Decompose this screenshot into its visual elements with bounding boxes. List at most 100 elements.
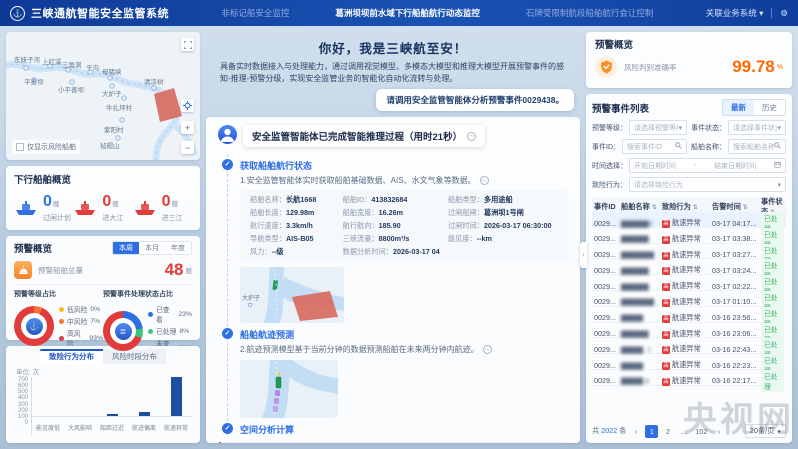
checkbox-box[interactable]: [16, 143, 24, 151]
collapse-icon[interactable]: –: [483, 345, 492, 354]
map-place-label: 大炉子: [102, 88, 122, 98]
event-behavior: 高航速异常: [662, 376, 712, 386]
event-row[interactable]: 0029... ▇▇▇▇▇ 高航速异常 03-17 03:24... 已处理: [592, 259, 786, 275]
page-button[interactable]: 1: [645, 425, 658, 438]
app-title: 三峡通航智能安全监管系统: [31, 5, 169, 21]
y-tick: 300: [18, 402, 28, 408]
event-ship-name: ▇▇▇▇▇▇: [621, 297, 662, 306]
nav-item-gezhouba-monitor[interactable]: 葛洲坝坝前水域下行船舶航行动态监控: [335, 7, 480, 19]
risk-ships-only-checkbox[interactable]: 仅显示风险船舶: [12, 140, 80, 154]
risk-level-badge: 高: [662, 252, 670, 260]
ship-info-cell: 船舶名称：长航1668: [250, 195, 335, 205]
event-row[interactable]: 0029... ▇▇▇▇▇ 高航速异常 03-17 02:22... 已处理: [592, 275, 786, 291]
risk-level-badge: 高: [662, 362, 670, 370]
zoom-out-icon[interactable]: −: [181, 141, 194, 154]
fullscreen-icon[interactable]: [181, 38, 194, 51]
ship-info-cell: 过闸船闸：葛洲坝1号闸: [448, 208, 558, 218]
risk-level-badge: 高: [662, 346, 670, 354]
event-row[interactable]: 0029... ▇▇▇▇▇ 高航速异常 03-17 03:38... 已处理: [592, 228, 786, 244]
map-place-label: 上红溪: [42, 56, 62, 66]
map-place-label: 三角洞: [62, 59, 82, 69]
tab-risk-period[interactable]: 风险时段分布: [103, 349, 166, 364]
x-tick-label: 大风影响: [68, 426, 92, 432]
event-behavior: 高航速异常: [662, 218, 712, 228]
prev-page-button[interactable]: ‹: [629, 425, 642, 438]
app-root: ⚓ 三峡通航智能安全监管系统 非标记船安全监控 葛洲坝坝前水域下行船舶航行动态监…: [0, 0, 798, 449]
tab-this-week[interactable]: 本周: [113, 242, 139, 254]
ship-info-cell: 过闸时间：2026-03-17 06:30:00: [448, 221, 558, 231]
tab-history[interactable]: 历史: [754, 100, 785, 115]
event-row[interactable]: 0029... ▇▇▇▇▇ 高航速异常 03-16 23:06... 已处理: [592, 323, 786, 339]
bar: [171, 377, 182, 416]
sort-icon: ⇅: [743, 205, 748, 211]
nav-item-shipai-control[interactable]: 石牌受限制航段船舶航行会让控制: [526, 7, 654, 19]
filter-behavior-select[interactable]: 请选择致险行为▾: [629, 177, 786, 192]
zoom-in-icon[interactable]: +: [181, 121, 194, 134]
nav-item-nonstandard-monitor[interactable]: 非标记船安全监控: [221, 7, 289, 19]
check-circle-icon: ✓: [222, 328, 233, 339]
event-row[interactable]: 0029... ▇▇▇▇.a 高航速异常 03-16 22:17... 已处理: [592, 370, 786, 386]
step1-title: ✓ 获取船舶航行状态: [240, 159, 568, 172]
event-row[interactable]: 0029... ▇▇▇▇. 1 高航速异常 03-16 22:43... 已处理: [592, 338, 786, 354]
event-behavior: 高航速异常: [662, 265, 712, 275]
accuracy-value: 99.78: [732, 57, 775, 77]
bar-chart-plot: 能见度低 大风影响 船距过近 航迹偏离 航速异常: [31, 377, 192, 435]
tab-risk-behavior[interactable]: 致险行为分布: [40, 349, 103, 364]
accuracy-panel: 预警概览 风险判别准确率 99.78 %: [586, 32, 792, 88]
events-pagination: 共 2022 条 ‹ 12...102 › 20条/页▾: [592, 424, 786, 438]
info-value: --km: [477, 234, 492, 243]
info-label: 船舶长度：: [250, 208, 286, 217]
business-system-menu[interactable]: 关联业务系统 ▾: [706, 7, 764, 19]
filter-status-select[interactable]: 请选择事件状态▾: [728, 120, 786, 135]
caret-down-icon: ▾: [777, 124, 781, 132]
next-page-button[interactable]: ›: [712, 425, 725, 438]
locate-icon[interactable]: [181, 99, 194, 112]
page-size-select[interactable]: 20条/页▾: [745, 424, 786, 438]
risk-level-badge: 高: [662, 315, 670, 323]
events-tbody: 0029... ▇▇▇▇▇8 高航速异常 03-17 04:17... 已处理0…: [592, 212, 786, 420]
event-time: 03-16 22:17...: [712, 376, 761, 385]
gear-icon[interactable]: ⚙: [780, 8, 788, 19]
mini-map-panel[interactable]: 东妹子河 上红溪 三角洞 干沟 母猪峡 清凉树 平善坝 小平善坝 大炉子 牛扎坪…: [6, 32, 200, 160]
filter-name-input[interactable]: 搜索船舶名称: [728, 139, 786, 154]
event-row[interactable]: 0029... ▇▇▇▇▇▇ 高航速异常 03-17 03:27... 已处理: [592, 244, 786, 260]
collapse-icon[interactable]: –: [467, 132, 476, 141]
bar-column: 大风影响: [64, 377, 96, 435]
event-behavior: 高航速异常: [662, 313, 712, 323]
col-ship-name[interactable]: 船舶名称 ⇅: [621, 202, 662, 212]
event-row[interactable]: 0029... ▇▇▇▇ 高航速异常 03-16 22:23... 已处理: [592, 354, 786, 370]
event-row[interactable]: 0029... ▇▇▇▇▇8 高航速异常 03-17 04:17... 已处理: [592, 212, 786, 228]
event-row[interactable]: 0029... ▇▇▇▇▇▇ 高航速异常 03-17 01:10... 已处理: [592, 291, 786, 307]
col-alarm-time[interactable]: 告警时间 ⇅: [712, 202, 761, 212]
tab-latest[interactable]: 最新: [723, 100, 754, 115]
event-time: 03-16 22:43...: [712, 345, 761, 354]
event-time: 03-16 23:56...: [712, 313, 761, 322]
reasoning-timeline: ✓ 获取船舶航行状态 1.安全监管智能体实时获取船舶基础数据、AIS、水文气象等…: [227, 154, 568, 436]
collapse-icon[interactable]: –: [480, 176, 489, 185]
info-label: 船舶名称：: [250, 195, 286, 204]
page-button[interactable]: 102: [693, 425, 709, 438]
ship-info-cell: 三峡流量：8800m³/s: [343, 234, 440, 244]
event-ship-name: ▇▇▇▇▇: [621, 282, 662, 291]
filter-id-input[interactable]: 搜索事件ID: [622, 139, 687, 154]
ship-count: 0: [43, 193, 52, 210]
ship-stat-item: 0艘 进大江: [73, 193, 132, 223]
sort-icon: ⇅: [693, 205, 698, 211]
page-button[interactable]: 2: [661, 425, 674, 438]
tab-this-month[interactable]: 本月: [139, 242, 165, 254]
situation-map: 大炉子: [240, 267, 344, 323]
info-label: 导航类型：: [250, 234, 286, 243]
filter-time-range[interactable]: 开始日期时间 - 结束日期时间: [629, 158, 786, 173]
agent-avatar: [218, 125, 237, 144]
col-behavior[interactable]: 致险行为 ⇅: [662, 202, 712, 212]
check-circle-icon: ✓: [222, 423, 233, 434]
panel-collapse-handle[interactable]: ›: [580, 242, 587, 268]
filter-level-select[interactable]: 请选择预警等级▾: [629, 120, 687, 135]
event-time: 03-16 23:06...: [712, 329, 761, 338]
ship-info-cell: 船舶类型：多用途船: [448, 195, 558, 205]
tab-this-year[interactable]: 年度: [165, 242, 191, 254]
event-id: 0029...: [594, 266, 621, 275]
map1-place-label: 大炉子: [242, 294, 260, 302]
accuracy-label: 风险判别准确率: [624, 62, 732, 73]
event-row[interactable]: 0029... ▇▇▇▇ 高航速异常 03-16 23:56... 已处理: [592, 307, 786, 323]
